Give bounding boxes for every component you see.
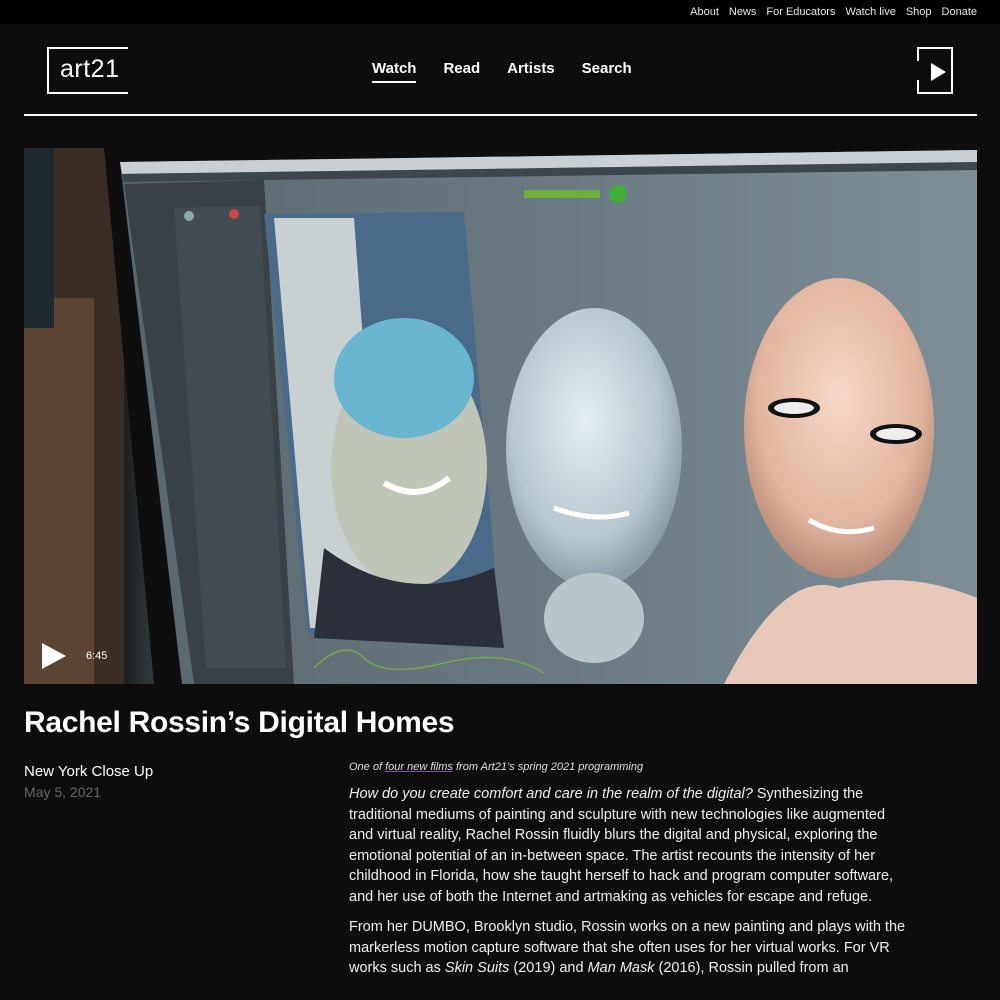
video-player[interactable] — [24, 148, 977, 684]
art21-logo[interactable]: art21 — [47, 47, 128, 94]
utility-link-about[interactable]: About — [690, 6, 719, 18]
article-paragraph: How do you create comfort and care in th… — [349, 786, 894, 905]
article-kicker: One of four new films from Art21’s sprin… — [349, 761, 644, 773]
utility-bar: About News For Educators Watch live Shop… — [0, 0, 1000, 24]
utility-nav: About News For Educators Watch live Shop… — [690, 6, 977, 18]
utility-link-news[interactable]: News — [729, 6, 757, 18]
utility-link-shop[interactable]: Shop — [906, 6, 932, 18]
series-link[interactable]: New York Close Up — [24, 763, 153, 780]
site-header: art21 Watch Read Artists Search — [0, 24, 1000, 116]
utility-link-watch-live[interactable]: Watch live — [845, 6, 895, 18]
video-still — [24, 148, 977, 684]
publish-date: May 5, 2021 — [24, 784, 102, 800]
video-play-button[interactable] — [42, 643, 66, 669]
utility-link-for-educators[interactable]: For Educators — [766, 6, 835, 18]
article-paragraph: From her DUMBO, Brooklyn studio, Rossin … — [349, 919, 906, 976]
four-new-films-link[interactable]: four new films — [385, 761, 453, 773]
utility-link-donate[interactable]: Donate — [942, 6, 977, 18]
logo-text: art21 — [60, 55, 120, 83]
nav-read[interactable]: Read — [443, 60, 480, 83]
nav-artists[interactable]: Artists — [507, 60, 555, 83]
article-body: One of four new films from Art21’s sprin… — [349, 761, 909, 989]
main-nav: Watch Read Artists Search — [372, 60, 632, 83]
nav-search[interactable]: Search — [582, 60, 632, 83]
play-icon — [931, 63, 946, 81]
page-title: Rachel Rossin’s Digital Homes — [24, 706, 455, 739]
nav-watch[interactable]: Watch — [372, 60, 417, 83]
video-duration: 6:45 — [86, 650, 108, 662]
watch-live-play-icon[interactable] — [917, 47, 953, 94]
header-divider — [24, 114, 977, 116]
